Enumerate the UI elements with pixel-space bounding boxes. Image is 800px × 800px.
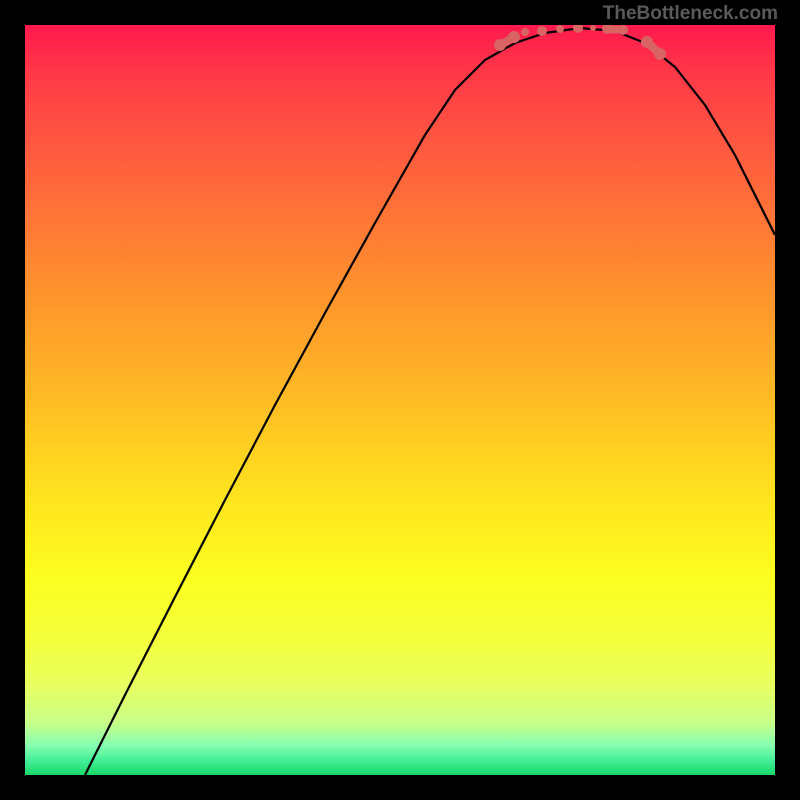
- bottleneck-curve: [85, 28, 775, 775]
- chart-svg: [25, 25, 775, 775]
- watermark-text: TheBottleneck.com: [603, 3, 778, 25]
- chart-container: [25, 25, 775, 775]
